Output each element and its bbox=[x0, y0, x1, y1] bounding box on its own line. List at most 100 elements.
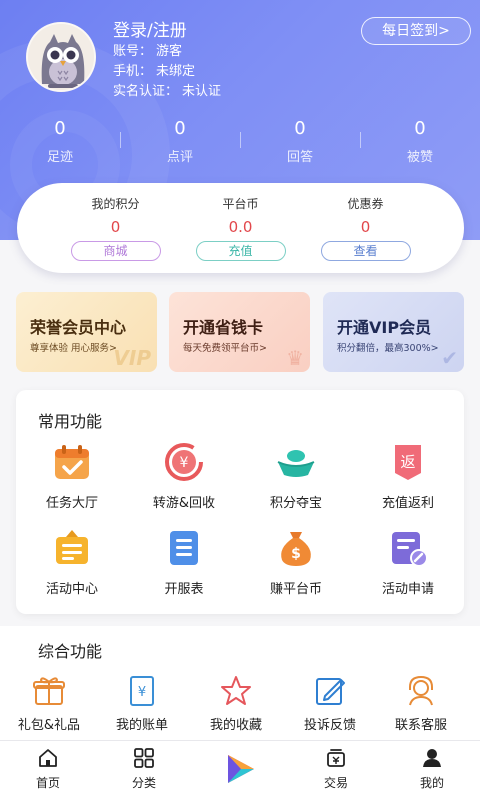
stat-label: 被赞 bbox=[406, 150, 433, 165]
stat-value: 0 bbox=[414, 118, 426, 139]
phone-label: 手机： bbox=[113, 64, 153, 79]
phone-line: 手机： 未绑定 bbox=[113, 60, 195, 79]
wallet-label: 平台币 bbox=[222, 197, 259, 211]
wallet-card: 我的积分 0 商城 平台币 0.0 充值 优惠券 0 查看 bbox=[17, 183, 464, 273]
wallet-coins: 平台币 0.0 充值 bbox=[178, 183, 303, 273]
account-line: 账号： 游客 bbox=[113, 40, 182, 59]
complaint-feedback-item[interactable]: 投诉反馈 bbox=[285, 674, 375, 733]
tab-category[interactable]: 分类 bbox=[96, 741, 192, 800]
mall-button[interactable]: 商城 bbox=[70, 241, 161, 261]
svg-text:返: 返 bbox=[400, 453, 415, 471]
grid-label: 积分夺宝 bbox=[269, 496, 322, 511]
bill-icon: ¥ bbox=[130, 676, 154, 706]
customer-service-icon bbox=[409, 675, 433, 706]
stat-value: 0 bbox=[174, 118, 186, 139]
play-logo-icon bbox=[228, 755, 254, 783]
wallet-coupons: 优惠券 0 查看 bbox=[303, 183, 428, 273]
promo-banners: 荣誉会员中心 尊享体验 用心服务> VIP 开通省钱卡 每天免费领平台币> ♛ … bbox=[16, 292, 464, 372]
grid-label: 转游&回收 bbox=[152, 496, 216, 511]
grid-label: 任务大厅 bbox=[45, 496, 98, 511]
stat-footprints[interactable]: 0 足迹 bbox=[0, 118, 120, 168]
recharge-button[interactable]: 充值 bbox=[195, 241, 286, 261]
category-icon bbox=[134, 748, 154, 768]
money-bag-icon: $ bbox=[281, 532, 311, 566]
account-label: 账号： bbox=[113, 44, 153, 59]
trade-icon bbox=[327, 749, 345, 767]
task-hall-item[interactable]: 任务大厅 bbox=[16, 440, 128, 511]
gift-pack-item[interactable]: 礼包&礼品 bbox=[4, 674, 94, 733]
yuan-recycle-icon: ¥ bbox=[165, 443, 203, 481]
realname-value: 未认证 bbox=[182, 84, 222, 99]
savings-card-banner[interactable]: 开通省钱卡 每天免费领平台币> ♛ bbox=[169, 292, 310, 372]
server-schedule-item[interactable]: 开服表 bbox=[128, 526, 240, 597]
server-list-icon bbox=[170, 531, 198, 565]
calendar-check-icon bbox=[55, 445, 89, 479]
grid-label: 投诉反馈 bbox=[303, 718, 356, 733]
grid-label: 我的账单 bbox=[115, 718, 168, 733]
stats-row: 0 足迹 0 点评 0 回答 0 被赞 bbox=[0, 118, 480, 168]
login-register-link[interactable]: 登录/注册 bbox=[113, 16, 187, 41]
badge-decoration-icon: ✔ bbox=[441, 346, 458, 370]
tab-label: 首页 bbox=[35, 776, 60, 790]
grid-label: 联系客服 bbox=[394, 718, 447, 733]
contact-service-item[interactable]: 联系客服 bbox=[376, 674, 466, 733]
apply-form-icon bbox=[392, 532, 428, 567]
stat-label: 回答 bbox=[286, 150, 313, 165]
home-icon bbox=[39, 749, 57, 767]
honor-member-banner[interactable]: 荣誉会员中心 尊享体验 用心服务> VIP bbox=[16, 292, 157, 372]
wallet-value: 0 bbox=[360, 218, 371, 236]
daily-checkin-button[interactable]: 每日签到> bbox=[361, 17, 471, 45]
wallet-label: 优惠券 bbox=[347, 197, 384, 211]
my-bill-item[interactable]: ¥ 我的账单 bbox=[97, 674, 187, 733]
stat-likes[interactable]: 0 被赞 bbox=[360, 118, 480, 168]
general-functions-title: 综合功能 bbox=[38, 642, 103, 661]
grid-label: 赚平台币 bbox=[269, 582, 322, 597]
promo-title: 开通VIP会员 bbox=[337, 318, 432, 337]
svg-text:$: $ bbox=[291, 546, 301, 562]
activity-apply-item[interactable]: 活动申请 bbox=[352, 526, 464, 597]
wallet-value: 0 bbox=[110, 218, 121, 236]
edit-feedback-icon bbox=[316, 678, 345, 705]
tab-label: 分类 bbox=[131, 776, 156, 790]
points-treasure-item[interactable]: 积分夺宝 bbox=[240, 440, 352, 511]
vip-decoration-icon: VIP bbox=[113, 346, 151, 370]
stat-answers[interactable]: 0 回答 bbox=[240, 118, 360, 168]
avatar[interactable] bbox=[26, 22, 96, 92]
tab-play-center[interactable] bbox=[192, 741, 288, 800]
promo-title: 开通省钱卡 bbox=[183, 318, 264, 337]
stat-value: 0 bbox=[294, 118, 306, 139]
grid-label: 活动中心 bbox=[45, 582, 98, 597]
gift-icon bbox=[33, 677, 65, 705]
grid-label: 活动申请 bbox=[381, 582, 434, 597]
promo-subtitle: 尊享体验 用心服务> bbox=[30, 343, 117, 354]
tab-trade[interactable]: 交易 bbox=[288, 741, 384, 800]
tab-label: 交易 bbox=[323, 776, 348, 790]
ingot-icon bbox=[277, 450, 315, 477]
view-coupons-button[interactable]: 查看 bbox=[320, 241, 411, 261]
earn-coins-item[interactable]: $ 赚平台币 bbox=[240, 526, 352, 597]
vip-member-banner[interactable]: 开通VIP会员 积分翻倍，最高300%> ✔ bbox=[323, 292, 464, 372]
crown-decoration-icon: ♛ bbox=[286, 346, 304, 370]
activity-center-item[interactable]: 活动中心 bbox=[16, 526, 128, 597]
stat-value: 0 bbox=[54, 118, 66, 139]
grid-label: 我的收藏 bbox=[209, 718, 262, 733]
star-icon bbox=[221, 676, 251, 705]
realname-line: 实名认证： 未认证 bbox=[113, 80, 221, 99]
my-favorites-item[interactable]: 我的收藏 bbox=[191, 674, 281, 733]
realname-label: 实名认证： bbox=[113, 84, 179, 99]
stat-reviews[interactable]: 0 点评 bbox=[120, 118, 240, 168]
bottom-tab-bar: 首页 分类 交易 我的 bbox=[0, 740, 480, 800]
grid-label: 充值返利 bbox=[381, 496, 434, 511]
common-functions-title: 常用功能 bbox=[38, 412, 103, 431]
tab-label: 我的 bbox=[419, 776, 444, 790]
recharge-rebate-item[interactable]: 返 充值返利 bbox=[352, 440, 464, 511]
wallet-value: 0.0 bbox=[228, 218, 253, 236]
tab-mine[interactable]: 我的 bbox=[384, 741, 480, 800]
rebate-tag-icon: 返 bbox=[395, 445, 421, 480]
grid-label: 礼包&礼品 bbox=[17, 718, 81, 733]
svg-text:¥: ¥ bbox=[138, 685, 146, 700]
tab-home[interactable]: 首页 bbox=[0, 741, 96, 800]
svg-text:¥: ¥ bbox=[180, 455, 189, 471]
account-value: 游客 bbox=[156, 44, 183, 59]
transfer-recycle-item[interactable]: ¥ 转游&回收 bbox=[128, 440, 240, 511]
